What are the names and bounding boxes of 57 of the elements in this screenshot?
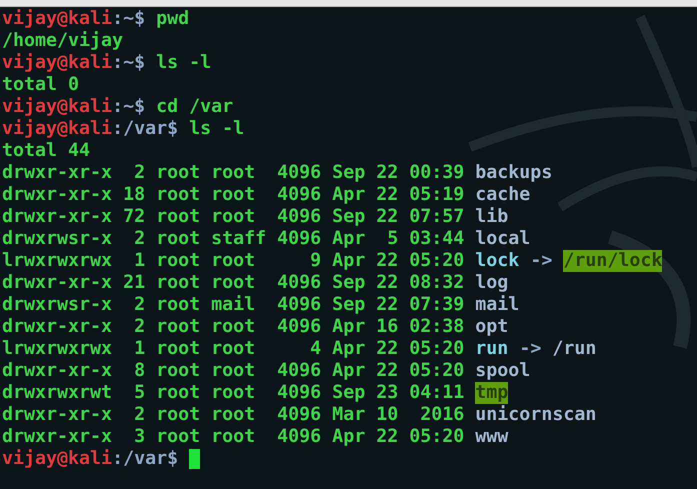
file-details: drwxr-xr-x 3 root root 4096 Apr 22 05:20 [2, 426, 466, 448]
command-text: ls -l [155, 52, 212, 74]
file-details: drwxrwsr-x 2 root staff 4096 Apr 5 03:44 [2, 228, 466, 250]
prompt-separator: : [112, 448, 124, 470]
file-details: drwxr-xr-x 2 root root 4096 Apr 16 02:38 [2, 316, 466, 338]
prompt-separator: : [112, 8, 124, 30]
command-text: pwd [155, 8, 190, 30]
file-name: mail [475, 294, 520, 316]
output-text: /home/vijay [2, 30, 124, 52]
file-details: drwxr-xr-x 18 root root 4096 Apr 22 05:19 [2, 184, 466, 206]
file-details: lrwxrwxrwx 1 root root 4 Apr 22 05:20 [2, 338, 466, 360]
file-name: local [475, 228, 530, 250]
command-text: cd /var [155, 96, 234, 118]
prompt-path: /var [123, 118, 168, 140]
prompt-separator: : [112, 52, 124, 74]
prompt-user-host: vijay@kali [2, 8, 112, 30]
file-details: drwxr-xr-x 2 root root 4096 Mar 10 2016 [2, 404, 466, 426]
file-name: backups [475, 162, 552, 184]
prompt-symbol: $ [167, 448, 178, 470]
prompt-user-host: vijay@kali [2, 118, 112, 140]
link-target: /run [552, 338, 596, 360]
file-details: lrwxrwxrwx 1 root root 9 Apr 22 05:20 [2, 250, 466, 272]
prompt-path: ~ [123, 8, 134, 30]
file-name: unicornscan [475, 404, 596, 426]
file-details: drwxr-xr-x 21 root root 4096 Sep 22 08:32 [2, 272, 466, 294]
prompt-user-host: vijay@kali [2, 52, 112, 74]
output-text: total 44 [2, 140, 90, 162]
prompt-symbol: $ [134, 96, 146, 118]
file-details: drwxrwsr-x 2 root mail 4096 Sep 22 07:39 [2, 294, 466, 316]
file-name: run [475, 338, 508, 360]
prompt-symbol: $ [134, 52, 146, 74]
command-text: ls -l [188, 118, 244, 140]
file-details: drwxr-xr-x 8 root root 4096 Apr 22 05:20 [2, 360, 466, 382]
prompt-separator: : [112, 96, 124, 118]
prompt-path: ~ [123, 52, 134, 74]
prompt-symbol: $ [167, 118, 178, 140]
file-name: lock [475, 250, 520, 272]
output-text: total 0 [2, 74, 80, 96]
link-arrow: -> [530, 250, 552, 272]
file-name: cache [475, 184, 530, 206]
file-details: drwxrwxrwt 5 root root 4096 Sep 23 04:11 [2, 382, 466, 404]
file-name: spool [475, 360, 530, 382]
link-arrow: -> [519, 338, 542, 360]
prompt-user-host: vijay@kali [2, 448, 112, 470]
prompt-path: ~ [123, 96, 134, 118]
file-details: drwxr-xr-x 2 root root 4096 Sep 22 00:39 [2, 162, 466, 184]
file-name: www [475, 426, 508, 448]
link-target: /run/lock [563, 250, 662, 272]
prompt-separator: : [112, 118, 124, 140]
file-name: lib [475, 206, 508, 228]
file-name: opt [475, 316, 508, 338]
prompt-path: /var [123, 448, 168, 470]
file-name: log [475, 272, 508, 294]
file-details: drwxr-xr-x 72 root root 4096 Sep 22 07:57 [2, 206, 466, 228]
prompt-symbol: $ [134, 8, 146, 30]
prompt-user-host: vijay@kali [2, 96, 112, 118]
file-name: tmp [475, 382, 508, 404]
